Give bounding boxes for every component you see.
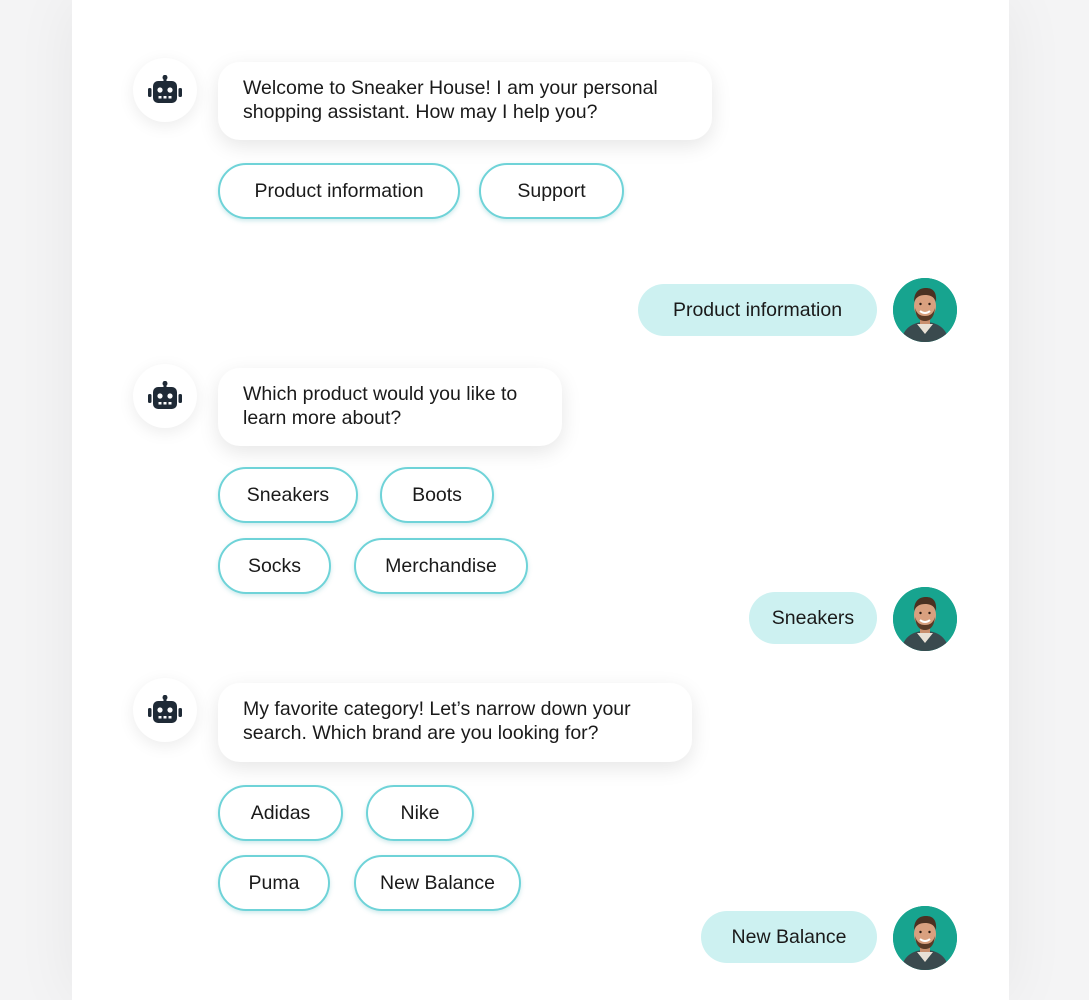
option-merchandise-button[interactable]: Merchandise [354, 538, 528, 594]
option-socks-button[interactable]: Socks [218, 538, 331, 594]
user-message-bubble: Sneakers [749, 592, 877, 644]
option-sneakers-button[interactable]: Sneakers [218, 467, 358, 523]
bot-message-bubble: My favorite category! Let’s narrow down … [218, 683, 692, 762]
user-avatar-photo [893, 587, 957, 651]
bot-avatar [133, 678, 197, 742]
robot-icon [148, 75, 182, 105]
bot-message-line: search. Which brand are you looking for? [243, 722, 599, 744]
bot-message-line: My favorite category! Let’s narrow down … [243, 698, 631, 720]
bot-avatar [133, 364, 197, 428]
bot-message-line: shopping assistant. How may I help you? [243, 101, 598, 123]
option-puma-button[interactable]: Puma [218, 855, 330, 911]
bot-message-line: Welcome to Sneaker House! I am your pers… [243, 77, 658, 99]
user-avatar [893, 278, 957, 342]
option-adidas-button[interactable]: Adidas [218, 785, 343, 841]
option-product-information-button[interactable]: Product information [218, 163, 460, 219]
option-nike-button[interactable]: Nike [366, 785, 474, 841]
user-avatar-photo [893, 278, 957, 342]
robot-icon [148, 381, 182, 411]
chat-panel [72, 0, 1009, 1000]
user-message-bubble: Product information [638, 284, 877, 336]
robot-icon [148, 695, 182, 725]
bot-message-line: Which product would you like to [243, 383, 518, 405]
bot-message-bubble: Welcome to Sneaker House! I am your pers… [218, 62, 712, 140]
option-support-button[interactable]: Support [479, 163, 624, 219]
bot-message-bubble: Which product would you like to learn mo… [218, 368, 562, 446]
option-boots-button[interactable]: Boots [380, 467, 494, 523]
user-avatar-photo [893, 906, 957, 970]
user-avatar [893, 587, 957, 651]
bot-avatar [133, 58, 197, 122]
user-avatar [893, 906, 957, 970]
bot-message-line: learn more about? [243, 407, 402, 429]
user-message-bubble: New Balance [701, 911, 877, 963]
option-new-balance-button[interactable]: New Balance [354, 855, 521, 911]
